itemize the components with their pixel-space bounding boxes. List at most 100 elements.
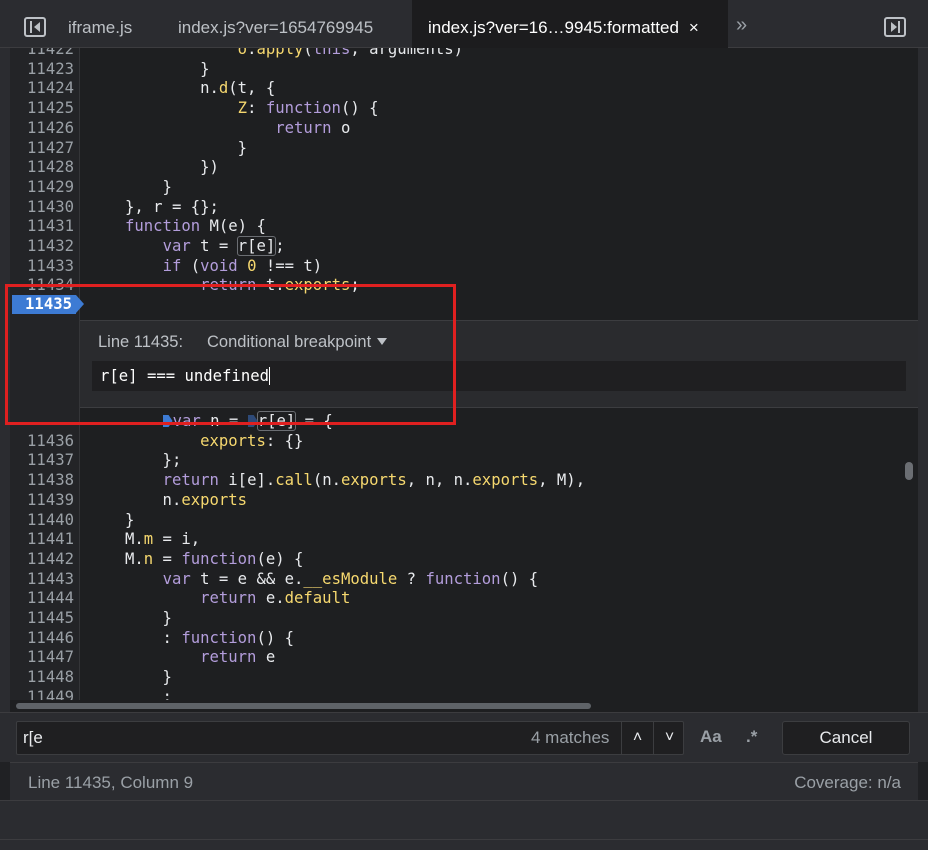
editor-tab-bar: iframe.js index.js?ver=1654769945 index.…: [0, 0, 928, 48]
chevron-up-icon[interactable]: ˄: [621, 722, 653, 754]
line-number[interactable]: 11441: [10, 529, 74, 549]
code-line[interactable]: 11447 return e: [10, 647, 918, 667]
code-line[interactable]: 11448 }: [10, 667, 918, 687]
line-number[interactable]: 11442: [10, 549, 74, 569]
tab-index-js-formatted[interactable]: index.js?ver=16…9945:formatted ×: [412, 0, 728, 48]
line-source: var t = r[e];: [162, 236, 285, 256]
line-number[interactable]: 11446: [10, 628, 74, 648]
code-line[interactable]: 11429 }: [10, 177, 918, 197]
code-line[interactable]: 11440}: [10, 510, 918, 530]
tab-index-js[interactable]: index.js?ver=1654769945: [178, 0, 373, 48]
line-number[interactable]: 11439: [10, 490, 74, 510]
code-line[interactable]: 11431 function M(e) {: [10, 216, 918, 236]
code-line[interactable]: 11439 n.exports: [10, 490, 918, 510]
line-number[interactable]: 11444: [10, 588, 74, 608]
tab-label: index.js?ver=1654769945: [178, 18, 374, 37]
line-number[interactable]: 11445: [10, 608, 74, 628]
code-line[interactable]: 11425 Z: function() {: [10, 98, 918, 118]
line-number[interactable]: 11428: [10, 157, 74, 177]
horizontal-scrollbar-thumb[interactable]: [16, 703, 591, 709]
line-number[interactable]: 11431: [10, 216, 74, 236]
code-line[interactable]: 11437 };: [10, 450, 918, 470]
match-case-button[interactable]: Aa: [700, 727, 722, 747]
coverage-status[interactable]: Coverage: n/a: [794, 773, 901, 793]
code-line[interactable]: 11445 }: [10, 608, 918, 628]
line-source: exports: {}: [200, 431, 304, 450]
cancel-button[interactable]: Cancel: [782, 721, 910, 755]
line-source: }: [125, 510, 135, 529]
line-source: };: [125, 451, 182, 470]
code-line[interactable]: 11438 return i[e].call(n.exports, n, n.e…: [10, 470, 918, 490]
line-source: return o: [275, 118, 351, 137]
right-rail: [918, 48, 928, 762]
code-line[interactable]: 11449 ;: [10, 687, 918, 700]
line-number[interactable]: 11443: [10, 569, 74, 589]
line-source: Z: function() {: [237, 99, 379, 118]
code-line[interactable]: 11432 var t = r[e];: [10, 236, 918, 256]
line-number[interactable]: 11449: [10, 687, 74, 700]
line-source: function M(e) {: [125, 217, 266, 236]
code-line[interactable]: 11430 }, r = {};: [10, 197, 918, 217]
line-number[interactable]: 11430: [10, 197, 74, 217]
line-number[interactable]: 11429: [10, 177, 74, 197]
line-source: }: [125, 668, 172, 687]
code-line[interactable]: 11441 M.m = i,: [10, 529, 918, 549]
divider: [0, 839, 928, 840]
line-number[interactable]: 11437: [10, 450, 74, 470]
tab-iframe-js[interactable]: iframe.js: [68, 0, 132, 48]
regex-button[interactable]: .*: [746, 727, 757, 747]
toggle-navigator-icon[interactable]: [24, 17, 46, 37]
bottom-panel: [0, 800, 928, 850]
status-bar: Line 11435, Column 9 Coverage: n/a: [10, 762, 918, 800]
line-source: }: [125, 609, 172, 627]
line-source: M.n = function(e) {: [125, 549, 304, 568]
line-source: return i[e].call(n.exports, n, n.exports…: [162, 471, 586, 490]
line-number[interactable]: 11438: [10, 470, 74, 490]
code-line[interactable]: 11426 return o: [10, 118, 918, 138]
line-source: }): [125, 158, 219, 177]
line-source: return e.default: [200, 589, 351, 608]
line-number[interactable]: 11423: [10, 59, 74, 79]
line-number[interactable]: 11436: [10, 431, 74, 451]
code-line[interactable]: 11443 var t = e && e.__esModule ? functi…: [10, 569, 918, 589]
line-source: }: [125, 138, 248, 157]
code-line[interactable]: 11442 M.n = function(e) {: [10, 549, 918, 569]
code-line[interactable]: 11446 : function() {: [10, 628, 918, 648]
search-field: 4 matches ˄ ˅: [16, 721, 684, 755]
code-line[interactable]: 11433 if (void 0 !== t): [10, 256, 918, 276]
line-number[interactable]: 11440: [10, 510, 74, 530]
line-number[interactable]: 11448: [10, 667, 74, 687]
code-line[interactable]: 11423 }: [10, 59, 918, 79]
chevron-down-icon[interactable]: ˅: [653, 722, 685, 754]
line-source: n.d(t, {: [125, 79, 276, 98]
code-line[interactable]: 11424 n.d(t, {: [10, 78, 918, 98]
tab-label: iframe.js: [68, 18, 133, 37]
line-number[interactable]: 11426: [10, 118, 74, 138]
line-number[interactable]: 11433: [10, 256, 74, 276]
line-source: var t = e && e.__esModule ? function() {: [162, 569, 539, 588]
line-number[interactable]: 11425: [10, 98, 74, 118]
line-source: }: [125, 59, 210, 78]
code-line[interactable]: 11436 exports: {}: [10, 431, 918, 451]
highlight-annotation-box: [5, 284, 456, 425]
horizontal-scrollbar-track[interactable]: [10, 700, 918, 712]
line-source: M.m = i,: [125, 530, 201, 549]
line-number[interactable]: 11447: [10, 647, 74, 667]
more-tabs-icon[interactable]: »: [736, 14, 747, 37]
vertical-scrollbar[interactable]: [905, 462, 913, 480]
code-line[interactable]: 11427 }: [10, 138, 918, 158]
line-number[interactable]: 11427: [10, 138, 74, 158]
line-source: n.exports: [125, 490, 248, 509]
code-line[interactable]: 11422 o.apply(this, arguments): [10, 48, 918, 59]
code-line[interactable]: 11444 return e.default: [10, 588, 918, 608]
code-line[interactable]: 11428 }): [10, 157, 918, 177]
line-number[interactable]: 11432: [10, 236, 74, 256]
toggle-debugger-icon[interactable]: [884, 17, 906, 37]
line-number[interactable]: 11422: [10, 48, 74, 59]
match-count: 4 matches: [531, 728, 610, 747]
line-source: return e: [200, 648, 276, 667]
line-source: }, r = {};: [125, 197, 219, 216]
search-input[interactable]: [17, 722, 517, 754]
tab-label: index.js?ver=16…9945:formatted: [428, 18, 679, 37]
line-number[interactable]: 11424: [10, 78, 74, 98]
